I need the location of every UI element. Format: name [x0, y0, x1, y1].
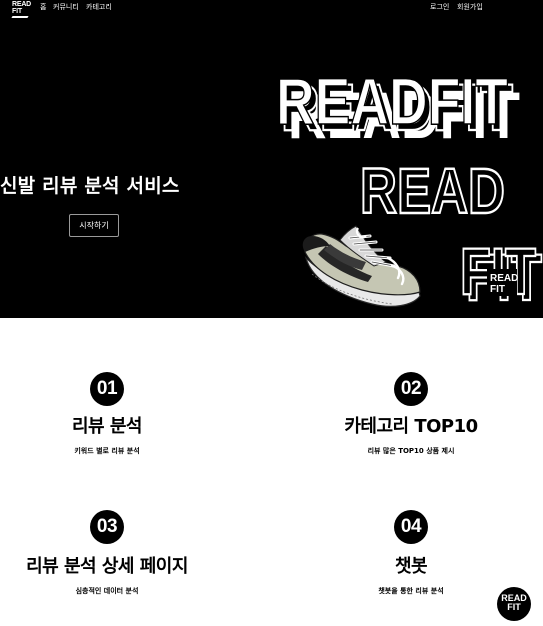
svg-text:READ: READ [490, 273, 518, 284]
feature-3-title: 리뷰 분석 상세 페이지 [26, 556, 188, 577]
chatbot-logo-button[interactable]: READ FIT [497, 587, 531, 621]
feature-1-desc: 키워드 별로 리뷰 분석 [74, 447, 140, 455]
feature-2-number-badge: 02 [394, 372, 428, 406]
feature-2-desc: 리뷰 많은 TOP10 상품 제시 [367, 447, 455, 455]
sneaker-illustration [302, 225, 421, 307]
hero-section: READ FIT 홈 커뮤니티 카테고리 로그인 회원가입 신발 리뷰 분석 서… [0, 0, 543, 318]
feature-4-number-badge: 04 [394, 510, 428, 544]
chatbot-logo-line2: FIT [507, 602, 521, 612]
feature-3-number-badge: 03 [90, 510, 124, 544]
feature-4-desc: 챗봇을 통한 리뷰 분석 [378, 587, 444, 595]
feature-1-title: 리뷰 분석 [71, 416, 143, 437]
brand-word-readfit: READFIT READFIT READFIT [275, 63, 522, 154]
svg-text:READFIT: READFIT [276, 64, 508, 138]
brand-word-read: READ [360, 155, 505, 227]
feature-2-title: 카테고리 TOP10 [344, 416, 478, 437]
svg-text:FIT: FIT [490, 284, 505, 295]
hero-brand-art: READFIT READFIT READFIT READ FIT FIT REA… [275, 63, 543, 315]
feature-4-title: 챗봇 [394, 556, 428, 577]
feature-1-number-badge: 01 [90, 372, 124, 406]
feature-3-desc: 심층적인 데이터 분석 [75, 587, 139, 595]
